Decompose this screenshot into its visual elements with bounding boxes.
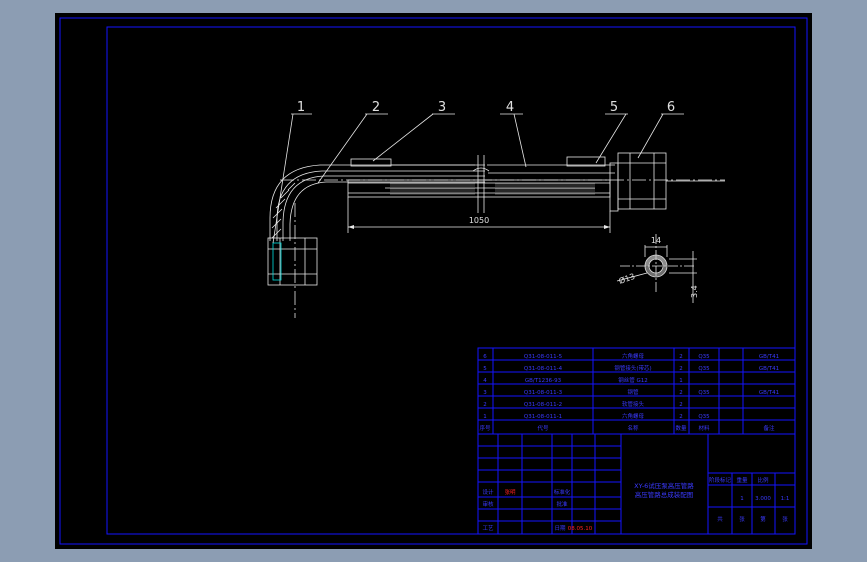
drawing-title-line1: XY-6试压泵高压管路 (634, 481, 694, 490)
right-hex-nut (617, 152, 667, 210)
bom-cell-name: 钢丝管 G12 (618, 376, 648, 384)
stage-value-mark: 1 (740, 496, 744, 502)
bom-cell-mat: Q35 (698, 414, 710, 420)
bom-cell-qty: 2 (679, 366, 683, 372)
break-lines (477, 155, 485, 213)
bom-cell-note: GB/T41 (759, 354, 779, 360)
sheet-label-sheets: 张 (739, 515, 745, 523)
bom-cell-no: 1 (483, 414, 487, 420)
label-date: 日期 (554, 525, 566, 532)
bom-cell-code: GB/T1236-93 (525, 378, 562, 384)
left-hex-nut (267, 237, 318, 286)
bom-cell-no: 3 (483, 390, 487, 396)
label-review: 审核 (482, 500, 494, 508)
bom-header-note: 备注 (763, 424, 775, 432)
bom-cell-name: 软管接头 (622, 400, 645, 408)
pipe-wall-2 (276, 170, 485, 241)
stage-header-scale: 比例 (757, 476, 769, 484)
bom-cell-qty: 1 (679, 378, 683, 384)
bom-cell-no: 2 (483, 402, 487, 408)
bom-header-name: 名称 (627, 424, 639, 432)
section-dim-top: 14 (651, 236, 661, 245)
date-value: 08.05.10 (568, 526, 593, 532)
drawing-title-line2: 高压管路总成装配图 (635, 490, 694, 499)
bom-cell-name: 钢管 (627, 388, 639, 396)
length-dimension-text: 1050 (469, 216, 489, 225)
bom-header-code: 代号 (537, 424, 549, 432)
bom-cell-no: 4 (483, 378, 487, 384)
bom-cell-note: GB/T41 (759, 390, 779, 396)
bom-cell-code: Q31-08-011-4 (524, 366, 563, 372)
bom-cell-code: Q31-08-011-1 (524, 414, 562, 420)
sheet-label-no: 第 (760, 515, 766, 523)
balloon-5: 5 (610, 100, 618, 115)
label-standard: 标准化 (554, 488, 571, 496)
sheet-label-total: 共 (717, 515, 723, 523)
stage-header-mark: 阶段标记 (709, 476, 732, 484)
stage-value-scale: 1:1 (781, 496, 790, 502)
bom-cell-note: GB/T41 (759, 366, 779, 372)
label-process: 工艺 (482, 525, 494, 532)
bom-cell-name: 六角螺母 (622, 352, 645, 360)
label-approve: 批准 (556, 500, 568, 508)
bom-cell-code: Q31-08-011-2 (524, 402, 562, 408)
bom-cell-mat: Q35 (698, 390, 710, 396)
bom-cell-mat: Q35 (698, 366, 710, 372)
hose-braid-hatch (390, 183, 595, 195)
balloon-3: 3 (438, 100, 446, 115)
section-dim-dia: Ø13 (617, 271, 636, 286)
balloon-2: 2 (372, 100, 380, 115)
cad-viewport[interactable]: 1050 1 2 3 4 5 6 14 Ø13 3.4 6 Q31-08-011… (55, 13, 812, 549)
bom-cell-qty: 2 (679, 354, 683, 360)
bom-header-qty: 数量 (675, 424, 687, 432)
balloon-6: 6 (667, 100, 675, 115)
section-view: 14 Ø13 3.4 (616, 234, 699, 303)
bom-cell-name: 六角螺母 (622, 412, 645, 420)
bom-header: 序号 代号 名称 数量 材料 备注 (479, 424, 775, 432)
bom-cell-name: 钢管接头(带芯) (614, 364, 651, 372)
bom-header-no: 序号 (479, 424, 491, 432)
pipe-wall-3 (282, 175, 485, 241)
bom-header-mat: 材料 (698, 424, 710, 432)
right-fitting-collar (609, 162, 619, 212)
drawing-sheet: 1050 1 2 3 4 5 6 14 Ø13 3.4 6 Q31-08-011… (59, 17, 808, 545)
bom-cell-no: 5 (483, 366, 487, 372)
outer-border (59, 17, 808, 545)
designer-name: 张明 (504, 488, 516, 496)
balloon-1: 1 (297, 100, 305, 115)
bom-cell-qty: 2 (679, 402, 683, 408)
section-dim-side: 3.4 (690, 285, 699, 298)
inner-border (106, 26, 796, 535)
bom-cell-qty: 2 (679, 390, 683, 396)
bom-rows: 6 Q31-08-011-5 六角螺母 2 Q35 GB/T41 5 Q31-08-011-4… (483, 352, 779, 420)
bom-cell-code: Q31-08-011-5 (524, 354, 563, 360)
stage-header-weight: 重量 (736, 476, 748, 484)
sheet-label-sheet: 张 (782, 515, 788, 523)
stage-value-weight: 3.000 (755, 496, 771, 502)
balloon-4: 4 (506, 100, 514, 115)
bom-cell-no: 6 (483, 354, 487, 360)
label-design: 设计 (482, 488, 494, 496)
bom-cell-mat: Q35 (698, 354, 710, 360)
hose-body (347, 179, 611, 198)
bom-cell-code: Q31-08-011-3 (524, 390, 563, 396)
bom-cell-qty: 2 (679, 414, 683, 420)
